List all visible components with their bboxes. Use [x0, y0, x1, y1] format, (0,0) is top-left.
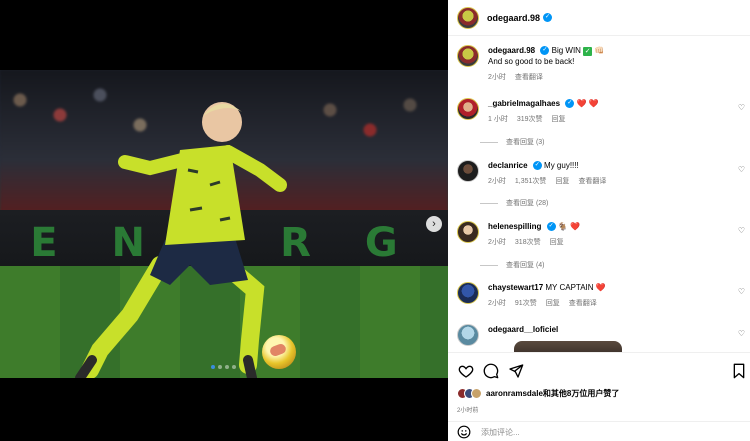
post-side-panel: odegaard.98 ✓ odegaard.98 ✓ Big WIN ✓ 👊🏻…: [448, 0, 750, 441]
comment-time: 1 小时: [488, 116, 508, 123]
commenter-avatar[interactable]: [457, 160, 479, 182]
commenter-avatar[interactable]: [457, 282, 479, 304]
comment-likes[interactable]: 318次赞: [515, 237, 541, 248]
comment-username[interactable]: declanrice: [488, 161, 528, 170]
carousel-dot: [211, 365, 215, 369]
reply-button[interactable]: 回复: [555, 176, 569, 187]
author-username[interactable]: odegaard.98: [487, 13, 540, 23]
reply-button[interactable]: 回复: [546, 298, 560, 309]
caption-text: Big WIN: [551, 46, 581, 55]
comment-input[interactable]: [481, 427, 681, 437]
comment-text: My guy!!!!: [544, 161, 579, 170]
verified-badge-icon: ✓: [546, 222, 556, 232]
post-time: 2小时前: [457, 408, 479, 414]
post-photo: E N E R G Y: [0, 70, 448, 378]
instagram-post-modal: E N E R G Y: [0, 0, 750, 441]
comment-icon[interactable]: [483, 363, 499, 379]
caption-text-line2: And so good to be back!: [488, 57, 575, 66]
commenter-avatar[interactable]: [457, 98, 479, 120]
comment-item: declanrice ✓ My guy!!!! 2小时 1,351次赞 回复 查…: [457, 160, 747, 187]
verified-badge-icon: ✓: [565, 99, 575, 109]
comment-username[interactable]: chaystewart17: [488, 283, 543, 292]
carousel-next-button[interactable]: ›: [426, 216, 442, 232]
post-actions: aaronramsdale和其他8万位用户赞了 2小时前: [448, 352, 750, 441]
verified-badge-icon: ✓: [532, 161, 542, 171]
comment-item: _gabrielmagalhaes ✓ ❤️ ❤️ 1 小时 319次赞 回复: [457, 98, 747, 125]
post-header: odegaard.98 ✓: [448, 0, 750, 36]
comment-username[interactable]: helenespilling: [488, 222, 541, 231]
verified-badge-icon: ✓: [543, 13, 553, 22]
like-comment-heart-icon[interactable]: ♡: [738, 165, 745, 174]
comment-likes[interactable]: 1,351次赞: [515, 176, 547, 187]
carousel-dot: [225, 365, 229, 369]
like-comment-heart-icon[interactable]: ♡: [738, 103, 745, 112]
emoji-icon[interactable]: [457, 425, 471, 439]
bookmark-icon[interactable]: [731, 363, 747, 379]
commenter-avatar[interactable]: [457, 221, 479, 243]
reply-button[interactable]: 回复: [550, 237, 564, 248]
comment-text: MY CAPTAIN ❤️: [545, 283, 606, 292]
carousel-indicators: [211, 365, 236, 369]
comment-time: 2小时: [488, 300, 506, 307]
add-comment-bar: [448, 421, 750, 441]
comment-image-preview[interactable]: [514, 341, 622, 352]
author-avatar[interactable]: [457, 6, 479, 29]
like-comment-heart-icon[interactable]: ♡: [738, 287, 745, 296]
verified-badge-icon: ✓: [540, 46, 550, 56]
share-icon[interactable]: [508, 363, 524, 379]
liker-avatar: [471, 388, 482, 399]
likes-summary[interactable]: aaronramsdale和其他8万位用户赞了: [457, 388, 619, 399]
comment-username[interactable]: _gabrielmagalhaes: [488, 99, 560, 108]
commenter-avatar[interactable]: [457, 324, 479, 346]
football: [262, 335, 296, 369]
view-replies-button[interactable]: 查看回复 (28): [506, 198, 548, 208]
like-comment-heart-icon[interactable]: ♡: [738, 329, 745, 338]
comment-item: helenespilling ✓ 🐐 ❤️ 2小时 318次赞 回复: [457, 221, 747, 248]
caption: odegaard.98 ✓ Big WIN ✓ 👊🏻 And so good t…: [457, 45, 747, 83]
check-mark-icon: ✓: [583, 47, 593, 56]
comment-text: ❤️ ❤️: [576, 99, 599, 108]
author-avatar[interactable]: [457, 45, 479, 67]
translate-link[interactable]: 查看翻译: [569, 298, 597, 309]
comment-likes[interactable]: 91次赞: [515, 298, 537, 309]
view-replies-button[interactable]: 查看回复 (3): [506, 137, 545, 147]
post-media: E N E R G Y: [0, 0, 448, 441]
translate-link[interactable]: 查看翻译: [578, 176, 606, 187]
comment-time: 2小时: [488, 239, 506, 246]
comment-time: 2小时: [488, 178, 506, 185]
carousel-dot: [232, 365, 236, 369]
like-heart-icon[interactable]: [458, 363, 474, 379]
liker-username[interactable]: aaronramsdale: [486, 389, 543, 398]
likes-count-text[interactable]: 和其他8万位用户赞了: [543, 389, 619, 398]
comment-list[interactable]: odegaard.98 ✓ Big WIN ✓ 👊🏻 And so good t…: [448, 36, 750, 352]
fist-bump-icon: 👊🏻: [594, 46, 605, 55]
view-replies-button[interactable]: 查看回复 (4): [506, 260, 545, 270]
comment-item: chaystewart17 MY CAPTAIN ❤️ 2小时 91次赞 回复 …: [457, 282, 747, 309]
comment-text: 🐐 ❤️: [557, 222, 580, 231]
reply-button[interactable]: 回复: [552, 114, 566, 125]
carousel-dot: [218, 365, 222, 369]
caption-time: 2小时: [488, 74, 506, 81]
like-comment-heart-icon[interactable]: ♡: [738, 226, 745, 235]
comment-likes[interactable]: 319次赞: [517, 114, 543, 125]
comment-username[interactable]: odegaard__loficiel: [488, 325, 558, 334]
translate-link[interactable]: 查看翻译: [515, 72, 543, 83]
caption-username[interactable]: odegaard.98: [488, 46, 535, 55]
